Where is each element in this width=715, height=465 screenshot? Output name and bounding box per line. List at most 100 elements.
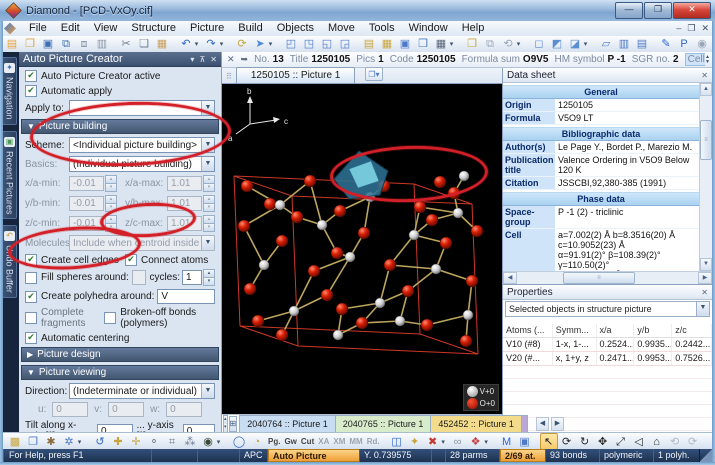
histogram-button[interactable]: ▥ (615, 36, 633, 53)
apply-to-combobox[interactable]: ▼ (69, 100, 215, 116)
close-structure-icon[interactable]: ✕ (227, 54, 235, 65)
color-grid-button[interactable]: ❖▾ (467, 433, 492, 450)
field-hm-symbol[interactable]: HM symbolP -1 (555, 53, 626, 66)
pointer-mode-button[interactable]: ➤▾ (251, 36, 276, 53)
checkbox-create-cell-edges[interactable] (25, 254, 37, 266)
horizontal-scrollbar[interactable]: ◀ ≡ ▶ (503, 271, 712, 284)
scroll-right-icon[interactable]: ▶ (698, 272, 712, 284)
menu-help[interactable]: Help (455, 21, 492, 36)
title-bar[interactable]: Diamond - [PCD-VxOy.cif] — ❐ ✕ (0, 0, 715, 22)
home-view-button[interactable]: ⌂ (648, 433, 666, 450)
side-tab-undo-buffer[interactable]: ↶Undo Buffer (2, 225, 17, 298)
scroll-up-icon[interactable]: ▲ (700, 83, 712, 96)
menu-objects[interactable]: Objects (270, 21, 321, 36)
chevron-down-icon[interactable]: ▼ (201, 138, 214, 152)
povray-button[interactable]: P (675, 36, 693, 53)
menu-file[interactable]: File (22, 21, 54, 36)
dropdown-arrow-icon[interactable]: ▾ (76, 438, 83, 446)
measure-m-button[interactable]: M (498, 433, 516, 450)
save-all-button[interactable]: ⧉ (57, 36, 75, 53)
add-bond-button[interactable]: ✛ (127, 433, 145, 450)
fill-lattice-button[interactable]: ⌗ (163, 433, 181, 450)
resize-grip[interactable] (700, 449, 712, 462)
menu-tools[interactable]: Tools (362, 21, 402, 36)
snapshot-button[interactable]: ▣ (516, 433, 534, 450)
maximize-button[interactable]: ❐ (644, 2, 672, 19)
report-view-button[interactable]: ❒ (414, 36, 432, 53)
mdi-minimize-button[interactable]: – (676, 23, 681, 34)
toolbar-text-mm[interactable]: MM (347, 434, 364, 449)
toolbar-text-rd[interactable]: Rd. (365, 434, 382, 449)
field-code[interactable]: Code1250105 (390, 53, 456, 66)
pencil-button[interactable]: ✎ (657, 36, 675, 53)
polyhedra-around-input[interactable]: V (157, 289, 215, 304)
section-picture-design[interactable]: ▶Picture design (21, 347, 219, 362)
build-wizard-button[interactable]: ✲▾ (60, 433, 85, 450)
unit-cell-button[interactable]: ◫ (388, 433, 406, 450)
field-formula-sum[interactable]: Formula sumO9V5 (462, 53, 549, 66)
picture-tab-452452-picture-1[interactable]: 452452 :: Picture 1 (431, 415, 522, 433)
dropdown-arrow-icon[interactable]: ▾ (267, 40, 274, 48)
dropdown-arrow-icon[interactable]: ▾ (515, 40, 522, 48)
table-view-button[interactable]: ▦ (378, 36, 396, 53)
picture-tab-partial[interactable] (522, 415, 528, 433)
column-header-y-b[interactable]: y/b (634, 324, 672, 337)
circle-tool-button[interactable]: ◯ (230, 433, 248, 450)
move-tool-button[interactable]: ✥ (594, 433, 612, 450)
dropdown-arrow-icon[interactable]: ▾ (483, 438, 490, 446)
field-pics[interactable]: Pics1 (356, 53, 383, 66)
scheme-combobox[interactable]: <Individual picture building>▼ (69, 137, 215, 153)
toolbar-text-pg[interactable]: Pg. (266, 434, 282, 449)
close-icon[interactable]: ✕ (701, 288, 708, 297)
menu-picture[interactable]: Picture (183, 21, 231, 36)
column-header-z-c[interactable]: z/c (672, 324, 712, 337)
remove-cell-button[interactable]: ✖▾ (424, 433, 449, 450)
toolbar-text-cut[interactable]: Cut (299, 434, 316, 449)
dropdown-arrow-icon[interactable]: ▾ (448, 40, 455, 48)
toolbar-text-xm[interactable]: XM (331, 434, 347, 449)
checkbox-fill-spheres[interactable] (25, 272, 37, 284)
minimize-button[interactable]: — (615, 2, 643, 19)
insert-picture-button[interactable]: ❐ (463, 36, 481, 53)
picture-view-button[interactable]: ▣ (396, 36, 414, 53)
field-title[interactable]: Title1250105 (290, 53, 350, 66)
rotate-tool-button[interactable]: ↻ (576, 433, 594, 450)
field-sgr-no[interactable]: SGR no.2 (632, 53, 679, 66)
new-document-button[interactable]: ▤ (3, 36, 21, 53)
vertical-scrollbar[interactable]: ▲ ≡ ▼ (699, 83, 712, 271)
menu-build[interactable]: Build (231, 21, 269, 36)
scroll-left-icon[interactable]: ◀ (503, 272, 517, 284)
picture-history-button[interactable]: ⟲▾ (499, 36, 524, 53)
dropdown-arrow-icon[interactable]: ▾ (193, 40, 200, 48)
rebuild-button[interactable]: ↺ (91, 433, 109, 450)
prev-view-button[interactable]: ⟲ (666, 433, 684, 450)
menu-move[interactable]: Move (321, 21, 362, 36)
panel-dropdown-icon[interactable]: ▾ (190, 55, 194, 64)
basics-combobox[interactable]: (Individual picture building)▼ (69, 156, 215, 172)
properties-selector-combobox[interactable]: Selected objects in structure picture ▼ (505, 301, 710, 317)
open-folder-button[interactable]: ❐ (21, 36, 39, 53)
checkbox-apc-active[interactable] (25, 70, 37, 82)
checkbox-automatic-centering[interactable] (25, 332, 37, 344)
menu-view[interactable]: View (87, 21, 125, 36)
scrollbar-thumb[interactable]: ≡ (563, 272, 635, 284)
shift-view-button[interactable]: ◁ (630, 433, 648, 450)
checkbox-complete-fragments[interactable] (25, 312, 37, 324)
checkbox-broken-off-bonds[interactable] (104, 312, 116, 324)
scroll-down-icon[interactable]: ▼ (700, 258, 712, 271)
dropdown-arrow-icon[interactable]: ▾ (440, 438, 447, 446)
checkbox-automatic-apply[interactable] (25, 85, 37, 97)
side-tab-navigation[interactable]: ✦Navigation (2, 57, 17, 125)
redo-button[interactable]: ↷▾ (202, 36, 227, 53)
camera-button[interactable]: ◉ (693, 36, 711, 53)
dock-icon[interactable]: ➥ (241, 54, 249, 65)
column-header-x-a[interactable]: x/a (597, 324, 635, 337)
chevron-down-icon[interactable]: ▼ (201, 384, 214, 398)
report-button[interactable]: ▤ (633, 36, 651, 53)
tab-list-button[interactable]: ⊞ (229, 416, 238, 432)
cycles-spinner[interactable] (203, 269, 215, 286)
diagram-button[interactable]: ▱ (597, 36, 615, 53)
panel-close-icon[interactable]: ✕ (210, 55, 217, 64)
new-structure-picture-button[interactable]: ◰ (282, 36, 300, 53)
dropdown-arrow-icon[interactable]: ▾ (218, 40, 225, 48)
